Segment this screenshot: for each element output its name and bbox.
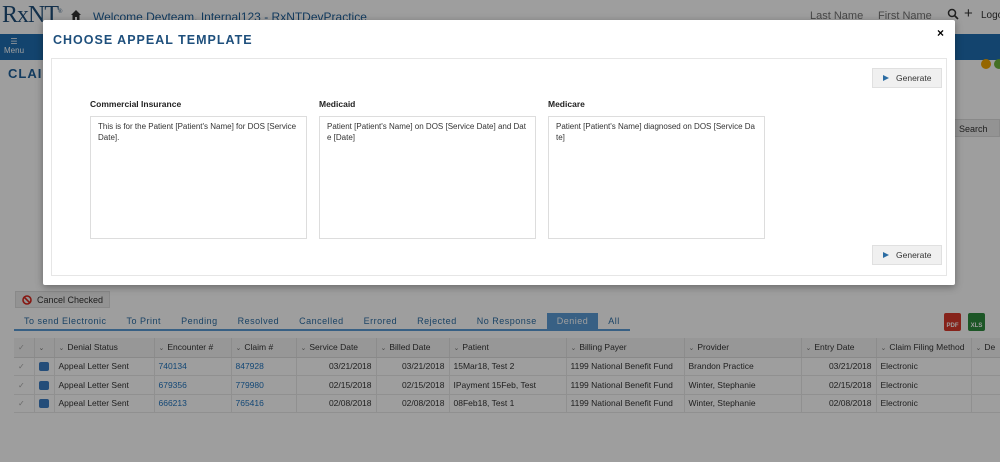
generate-button-bottom[interactable]: Generate (872, 245, 943, 265)
dialog-title: CHOOSE APPEAL TEMPLATE (53, 33, 253, 47)
template-text-medicare[interactable]: Patient [Patient's Name] diagnosed on DO… (548, 116, 765, 239)
template-text-commercial[interactable]: This is for the Patient [Patient's Name]… (90, 116, 307, 239)
play-icon (883, 252, 889, 258)
template-text-medicaid[interactable]: Patient [Patient's Name] on DOS [Service… (319, 116, 536, 239)
appeal-template-dialog: CHOOSE APPEAL TEMPLATE × Generate Commer… (43, 20, 955, 285)
template-label: Commercial Insurance (90, 99, 182, 109)
template-commercial: Commercial Insurance This is for the Pat… (90, 99, 308, 242)
generate-label: Generate (896, 73, 932, 83)
generate-button-top[interactable]: Generate (872, 68, 943, 88)
template-medicare: Medicare Patient [Patient's Name] diagno… (548, 99, 766, 242)
generate-label: Generate (896, 250, 932, 260)
template-medicaid: Medicaid Patient [Patient's Name] on DOS… (319, 99, 537, 242)
template-label: Medicare (548, 99, 585, 109)
template-label: Medicaid (319, 99, 356, 109)
dialog-body: Generate Commercial Insurance This is fo… (51, 58, 947, 276)
close-icon[interactable]: × (937, 26, 944, 40)
play-icon (883, 75, 889, 81)
